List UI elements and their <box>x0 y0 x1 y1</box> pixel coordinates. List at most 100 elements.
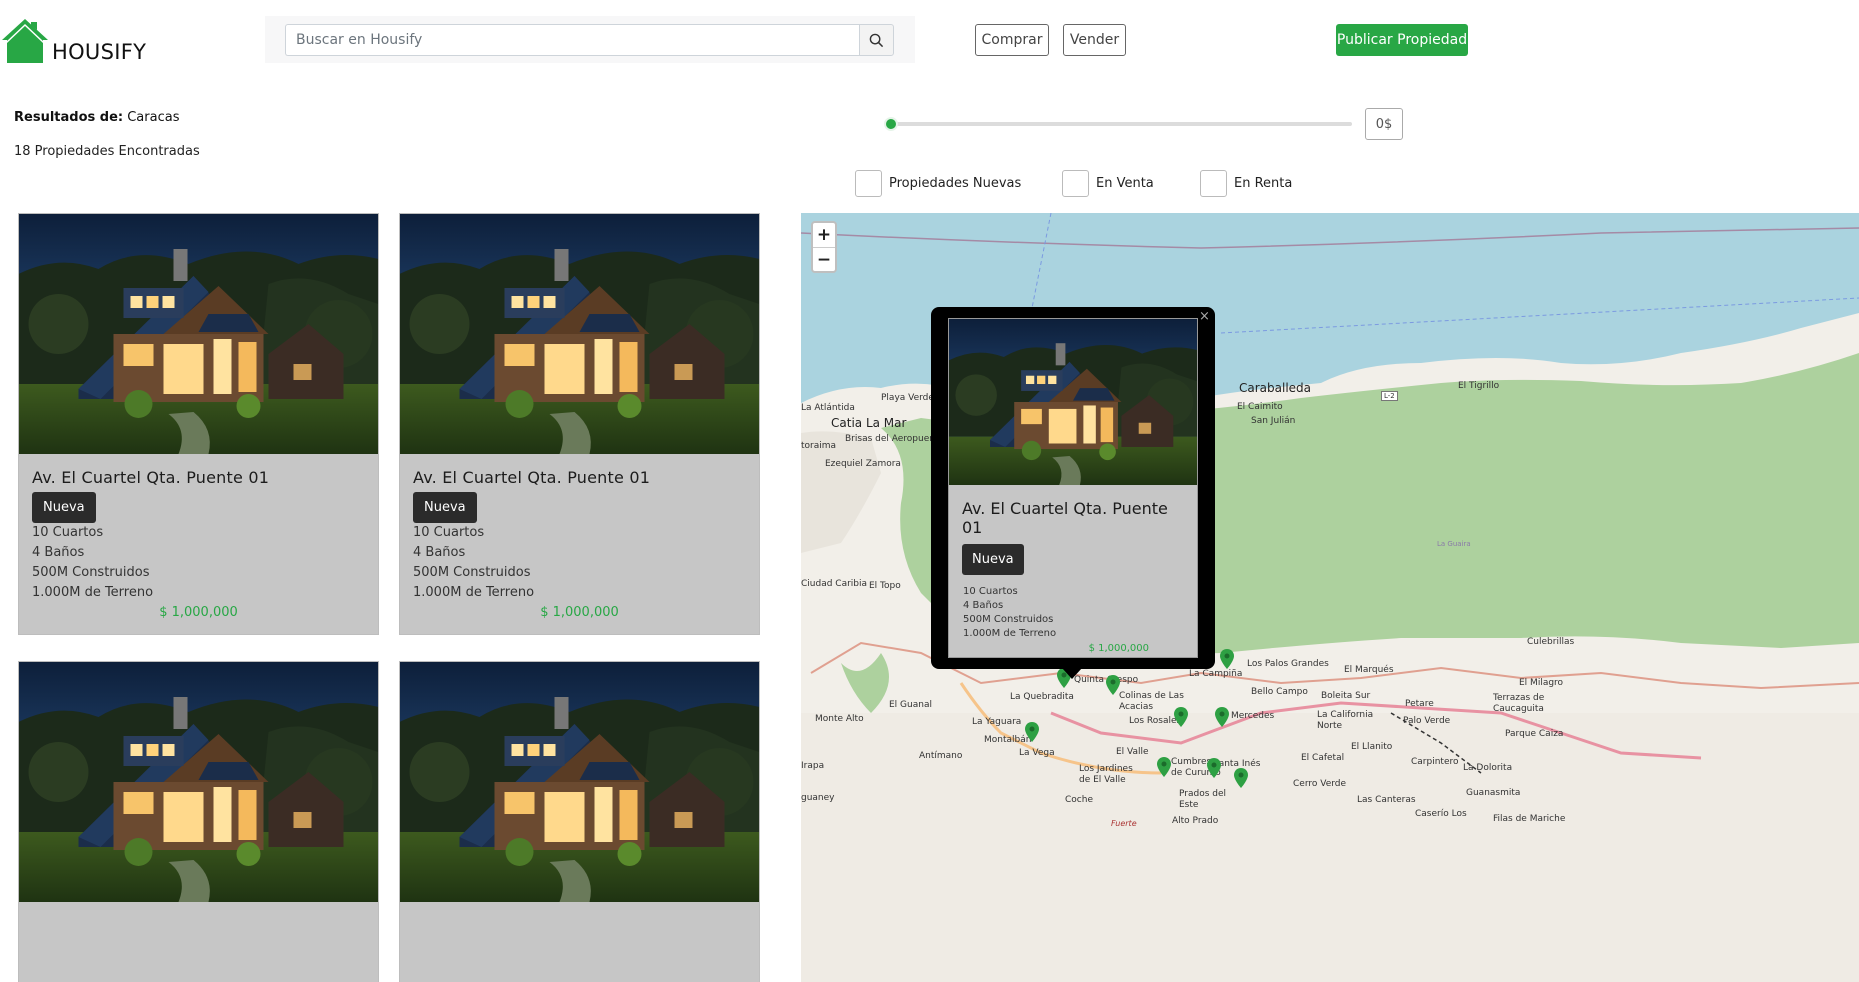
built-area: 500M Construidos <box>413 565 531 580</box>
baths-count: 4 Baños <box>413 545 466 560</box>
map-label: San Julián <box>1251 416 1296 426</box>
zoom-control: + − <box>811 221 837 273</box>
map-label: L-2 <box>1381 391 1398 401</box>
property-photo <box>19 214 378 454</box>
rooms-count: 10 Cuartos <box>963 586 1018 597</box>
price-value: 0$ <box>1365 108 1403 140</box>
for-rent-checkbox[interactable] <box>1200 170 1227 197</box>
map-label: Terrazas de Caucaguita <box>1493 693 1545 714</box>
map-label: La Guaira <box>1437 540 1471 548</box>
map-label: Boleita Sur <box>1321 691 1371 701</box>
housify-logo[interactable]: HOUSIFY <box>0 16 146 66</box>
search-bar: Buscar en Housify <box>265 16 915 63</box>
baths-count: 4 Baños <box>963 600 1004 611</box>
new-badge: Nueva <box>962 544 1024 575</box>
search-input[interactable]: Buscar en Housify <box>285 24 860 56</box>
map-label: guaney <box>801 793 835 803</box>
map-label: toraima <box>801 441 837 451</box>
publish-property-button[interactable]: Publicar Propiedad <box>1336 24 1468 56</box>
property-photo <box>400 662 759 902</box>
map-label: El Topo <box>869 581 901 591</box>
map-label: Bello Campo <box>1251 687 1308 697</box>
map-pin-icon[interactable] <box>1174 707 1188 727</box>
map-label: La Campiña <box>1189 669 1243 679</box>
house-logo-icon <box>2 19 48 63</box>
property-card[interactable]: Av. El Cuartel Qta. Puente 01 Nueva 10 C… <box>399 213 760 635</box>
map-pin-icon[interactable] <box>1220 649 1234 669</box>
new-badge: Nueva <box>32 492 96 523</box>
filter-for-sale[interactable]: En Venta <box>1062 170 1154 197</box>
map-label: Parque Caiza <box>1505 729 1564 739</box>
map-label: Caserío Los <box>1415 809 1467 819</box>
results-label: Resultados de: <box>14 110 124 125</box>
map-label: Culebrillas <box>1527 637 1575 647</box>
new-properties-checkbox[interactable] <box>855 170 882 197</box>
map-label: El Guanal <box>889 700 932 710</box>
popup-property-card[interactable]: Av. El Cuartel Qta. Puente 01 Nueva 10 C… <box>948 318 1198 658</box>
map-label: Fuerte <box>1111 819 1137 828</box>
map-label: La Vega <box>1019 748 1055 758</box>
property-title: Av. El Cuartel Qta. Puente 01 <box>32 468 270 487</box>
brand-name: HOUSIFY <box>52 40 147 64</box>
map-label: Filas de Mariche <box>1493 814 1566 824</box>
map-pin-icon[interactable] <box>1207 758 1221 778</box>
map-pin-icon[interactable] <box>1157 757 1171 777</box>
map-label: Irapa <box>801 761 825 771</box>
results-count: 18 Propiedades Encontradas <box>14 144 200 159</box>
filter-label: Propiedades Nuevas <box>889 176 1022 191</box>
map-label: Coche <box>1065 795 1093 805</box>
map-label: Carpintero <box>1411 757 1459 767</box>
popup-tip <box>1062 668 1082 679</box>
map-label: Palo Verde <box>1403 716 1451 726</box>
map-pin-icon[interactable] <box>1025 722 1039 742</box>
map-label: La Dolorita <box>1463 763 1513 773</box>
land-area: 1.000M de Terreno <box>413 585 535 600</box>
map-label: Petare <box>1405 699 1434 709</box>
map-label: Cerro Verde <box>1293 779 1347 789</box>
map-label: Alto Prado <box>1172 816 1219 826</box>
property-price: $ 1,000,000 <box>540 605 619 620</box>
map-label: La California Norte <box>1317 710 1374 731</box>
property-price: $ 1,000,000 <box>159 605 238 620</box>
land-area: 1.000M de Terreno <box>963 628 1057 639</box>
search-button[interactable] <box>859 24 894 56</box>
map-pin-icon[interactable] <box>1234 768 1248 788</box>
filter-for-rent[interactable]: En Renta <box>1200 170 1292 197</box>
map-label: Las Canteras <box>1357 795 1416 805</box>
new-badge: Nueva <box>413 492 477 523</box>
map-label: La Atlántida <box>801 403 855 413</box>
property-card[interactable] <box>18 661 379 982</box>
map-label: Monte Alto <box>815 714 864 724</box>
buy-button[interactable]: Comprar <box>975 24 1049 56</box>
map-label: La Yaguara <box>972 717 1022 727</box>
filter-new-properties[interactable]: Propiedades Nuevas <box>855 170 1021 197</box>
results-heading: Resultados de: Caracas <box>14 110 179 125</box>
built-area: 500M Construidos <box>963 614 1054 625</box>
property-card[interactable] <box>399 661 760 982</box>
map-pin-icon[interactable] <box>1106 675 1120 695</box>
rooms-count: 10 Cuartos <box>413 525 485 540</box>
map-label: Playa Verde <box>881 393 934 403</box>
close-icon[interactable]: × <box>1199 309 1210 324</box>
map-label: La Quebradita <box>1010 692 1074 702</box>
map-label: El Llanito <box>1351 742 1393 752</box>
filter-label: En Venta <box>1096 176 1154 191</box>
zoom-out-button[interactable]: − <box>813 247 835 271</box>
built-area: 500M Construidos <box>32 565 150 580</box>
map-label: Ezequiel Zamora <box>825 459 901 469</box>
map-label: Mercedes <box>1231 711 1275 721</box>
map-pin-icon[interactable] <box>1215 707 1229 727</box>
for-sale-checkbox[interactable] <box>1062 170 1089 197</box>
property-card[interactable]: Av. El Cuartel Qta. Puente 01 Nueva 10 C… <box>18 213 379 635</box>
land-area: 1.000M de Terreno <box>32 585 154 600</box>
zoom-in-button[interactable]: + <box>813 223 835 247</box>
sell-button[interactable]: Vender <box>1063 24 1126 56</box>
property-photo <box>19 662 378 902</box>
map-label: El Caimito <box>1237 402 1283 412</box>
price-slider-track[interactable] <box>891 122 1352 126</box>
map-label: El Cafetal <box>1301 753 1345 763</box>
property-photo <box>400 214 759 454</box>
price-slider-thumb[interactable] <box>884 117 898 131</box>
map-label: Los Palos Grandes <box>1247 659 1329 669</box>
search-icon <box>869 33 884 47</box>
